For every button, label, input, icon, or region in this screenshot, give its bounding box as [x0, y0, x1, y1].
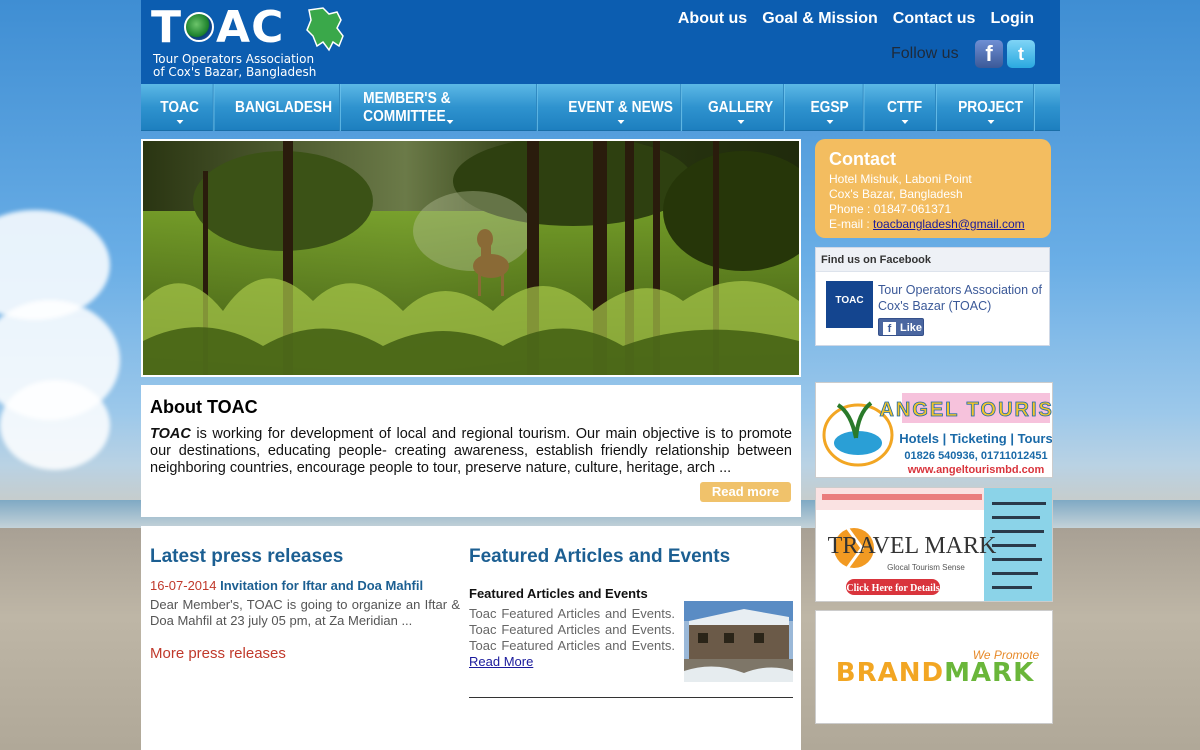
press-title-link[interactable]: Invitation for Iftar and Doa Mahfil	[220, 578, 423, 593]
angel-tourism-banner: ANGEL TOURISM Hotels | Ticketing | Tours…	[816, 383, 1053, 477]
brandmark-ad[interactable]: We Promote BRANDMARK	[815, 610, 1053, 724]
nav-item-project[interactable]: PROJECT	[948, 84, 1034, 131]
about-section: About TOAC TOAC is working for developme…	[141, 385, 801, 517]
like-label: Like	[900, 322, 923, 334]
contact-phone: Phone : 01847-061371	[829, 202, 1037, 217]
brandmark-banner: We Promote BRANDMARK	[816, 611, 1052, 723]
travel-cta: Click Here for Details	[846, 583, 939, 594]
nav-item-gallery[interactable]: GALLERY	[698, 84, 784, 131]
contact-address-line: Cox's Bazar, Bangladesh	[829, 187, 963, 201]
facebook-widget-header: Find us on Facebook	[816, 248, 1049, 272]
site-header: T AC Tour Operators Association of Cox's …	[141, 0, 1060, 84]
contact-email: E-mail : toacbangladesh@gmail.com	[829, 217, 1037, 232]
brand-name-2: MARK	[944, 658, 1034, 688]
page-container: T AC Tour Operators Association of Cox's …	[141, 0, 1060, 750]
about-body: is working for development of local and …	[150, 426, 792, 476]
featured-heading: Featured Articles and Events	[469, 546, 731, 567]
nav-item-egsp[interactable]: EGSP	[796, 84, 864, 131]
forest-deer-illustration	[143, 141, 799, 375]
divider	[469, 697, 793, 698]
dropdown-arrow-icon	[901, 120, 909, 124]
nav-item-label: EGSP	[810, 98, 849, 116]
top-links: About us Goal & Mission Contact us Login	[678, 10, 1034, 28]
background-cloud	[0, 380, 110, 470]
about-us-link[interactable]: About us	[678, 10, 747, 28]
featured-thumbnail[interactable]	[684, 601, 793, 682]
dropdown-arrow-icon	[987, 120, 995, 124]
travel-tagline: Glocal Tourism Sense	[887, 563, 965, 572]
nav-item-label: BANGLADESH	[235, 98, 333, 116]
building-snow-illustration	[684, 601, 793, 682]
travel-name: TRAVEL MARK	[828, 533, 997, 559]
read-more-button[interactable]: Read more	[700, 482, 791, 502]
logo-subtitle-line: of Cox's Bazar, Bangladesh	[153, 65, 317, 79]
hero-banner-image	[141, 139, 801, 377]
facebook-icon[interactable]: f	[975, 40, 1003, 68]
featured-desc: Toac Featured Articles and Events. Toac …	[469, 606, 675, 670]
login-link[interactable]: Login	[990, 10, 1034, 28]
press-item: 16-07-2014 Invitation for Iftar and Doa …	[150, 578, 460, 593]
contact-us-link[interactable]: Contact us	[893, 10, 976, 28]
featured-read-more-link[interactable]: Read More	[469, 654, 533, 669]
dropdown-arrow-icon	[737, 120, 745, 124]
twitter-icon[interactable]: t	[1007, 40, 1035, 68]
facebook-widget: Find us on Facebook TOAC Tour Operators …	[815, 247, 1050, 346]
angel-title: ANGEL TOURISM	[879, 399, 1053, 421]
dropdown-arrow-icon	[176, 120, 184, 124]
angel-phone: 01826 540936, 01711012451	[904, 450, 1047, 462]
follow-us-label: Follow us	[891, 45, 959, 62]
travel-mark-ad[interactable]: TRAVEL MARK Glocal Tourism Sense Click H…	[815, 487, 1053, 602]
nav-item-bangladesh[interactable]: BANGLADESH	[228, 84, 340, 131]
dropdown-arrow-icon	[617, 120, 625, 124]
logo-wordmark: T AC	[151, 2, 285, 53]
nav-item-cttf[interactable]: CTTF	[874, 84, 936, 131]
email-label: E-mail :	[829, 217, 870, 231]
dropdown-arrow-icon	[446, 120, 454, 124]
more-press-releases-link[interactable]: More press releases	[150, 645, 460, 662]
angel-services: Hotels | Ticketing | Tours	[899, 431, 1052, 446]
nav-item-label: TOAC	[160, 98, 199, 116]
nav-item-members-committee[interactable]: MEMBER'S & COMMITTEE	[363, 84, 537, 131]
press-date: 16-07-2014	[150, 578, 217, 593]
featured-subheading: Featured Articles and Events	[469, 586, 648, 601]
contact-address-line: Hotel Mishuk, Laboni Point	[829, 172, 972, 186]
facebook-page-avatar[interactable]: TOAC	[826, 281, 873, 328]
facebook-like-button[interactable]: f Like	[878, 318, 924, 336]
svg-text:BRANDMARK: BRANDMARK	[836, 658, 1034, 688]
lower-content: Latest press releases 16-07-2014 Invitat…	[141, 526, 801, 750]
dropdown-arrow-icon	[826, 120, 834, 124]
travel-mark-banner: TRAVEL MARK Glocal Tourism Sense Click H…	[816, 488, 1052, 601]
brand-name-1: BRAND	[836, 658, 944, 688]
globe-icon	[184, 12, 215, 42]
about-text: TOAC is working for development of local…	[150, 426, 792, 477]
site-logo[interactable]: T AC Tour Operators Association of Cox's …	[151, 4, 351, 80]
main-nav: TOAC BANGLADESH MEMBER'S & COMMITTEE EVE…	[141, 84, 1060, 131]
nav-item-label: GALLERY	[707, 98, 774, 116]
bangladesh-map-icon	[306, 7, 344, 52]
email-link[interactable]: toacbangladesh@gmail.com	[873, 217, 1025, 231]
nav-item-label: PROJECT	[958, 98, 1024, 116]
contact-box: Contact Hotel Mishuk, Laboni Point Cox's…	[815, 139, 1051, 238]
angel-web: www.angeltourismbd.com	[907, 464, 1045, 476]
featured-desc-text: Toac Featured Articles and Events. Toac …	[469, 606, 675, 653]
facebook-like-icon: f	[883, 321, 896, 335]
about-lead: TOAC	[150, 426, 191, 442]
press-desc: Dear Member's, TOAC is going to organize…	[150, 597, 460, 628]
angel-tourism-ad[interactable]: ANGEL TOURISM Hotels | Ticketing | Tours…	[815, 382, 1053, 478]
phone-label: Phone :	[829, 202, 871, 216]
goal-mission-link[interactable]: Goal & Mission	[762, 10, 878, 28]
phone-value: 01847-061371	[873, 202, 952, 216]
logo-subtitle: Tour Operators Association of Cox's Baza…	[153, 53, 316, 79]
facebook-page-name[interactable]: Tour Operators Association of Cox's Baza…	[878, 282, 1048, 314]
nav-item-toac[interactable]: TOAC	[146, 84, 214, 131]
nav-item-label: EVENT & NEWS	[568, 98, 673, 116]
featured-section: Featured Articles and Events Featured Ar…	[469, 546, 793, 698]
nav-item-label: CTTF	[886, 98, 923, 116]
nav-item-event-news[interactable]: EVENT & NEWS	[561, 84, 682, 131]
press-heading: Latest press releases	[150, 546, 344, 567]
about-heading: About TOAC	[150, 397, 258, 417]
contact-heading: Contact	[829, 149, 896, 169]
press-releases-section: Latest press releases 16-07-2014 Invitat…	[150, 546, 460, 662]
